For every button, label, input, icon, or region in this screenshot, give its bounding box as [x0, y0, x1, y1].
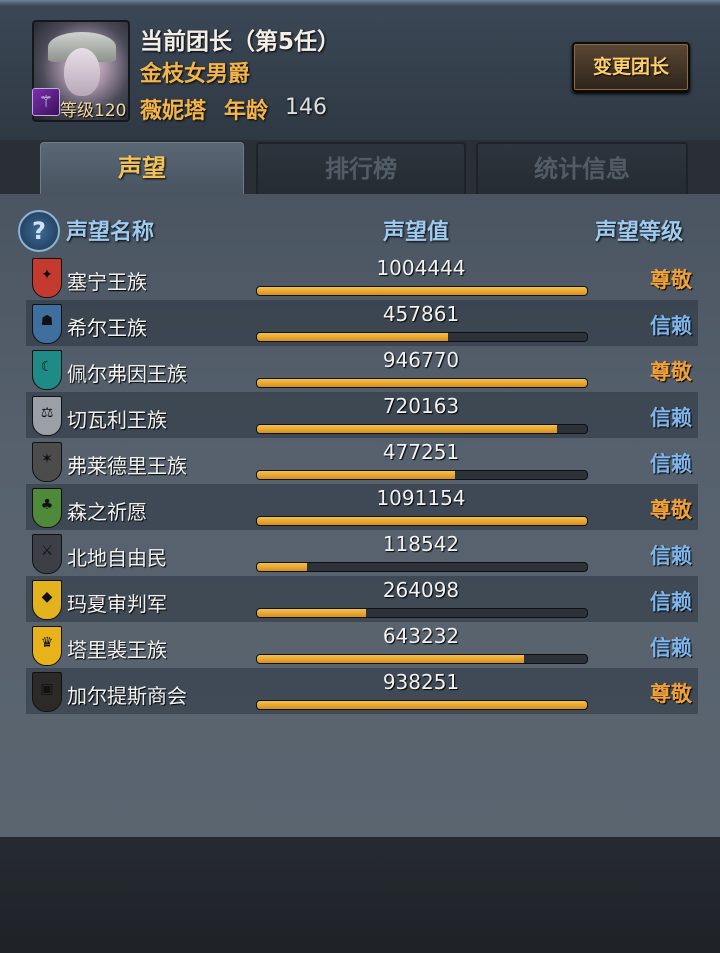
reputation-progress-fill — [257, 379, 587, 387]
faction-emblem-glyph: ♛ — [40, 635, 54, 651]
change-leader-button[interactable]: 变更团长 — [572, 42, 690, 92]
reputation-row[interactable]: ⚔ 北地自由民 118542 信赖 — [26, 530, 698, 576]
reputation-progress-bar — [256, 424, 588, 434]
faction-emblem-icon: ☾ — [32, 350, 62, 390]
reputation-progress-bar — [256, 562, 588, 572]
help-icon[interactable]: ? — [18, 210, 60, 252]
reputation-progress-fill — [257, 563, 307, 571]
faction-name: 希尔王族 — [67, 316, 147, 340]
faction-name: 森之祈愿 — [67, 500, 147, 524]
faction-emblem-icon: ⚔ — [32, 534, 62, 574]
faction-emblem-icon: ♛ — [32, 626, 62, 666]
column-header-level: 声望等级 — [595, 220, 684, 245]
faction-emblem-glyph: ⚔ — [40, 543, 54, 559]
reputation-value: 1091154 — [376, 486, 466, 510]
reputation-progress-fill — [257, 517, 587, 525]
leader-rank: 金枝女男爵 — [140, 62, 251, 87]
leader-title: 当前团长（第5任） — [140, 29, 341, 55]
faction-emblem-icon: ✦ — [32, 258, 62, 298]
reputation-level: 信赖 — [650, 544, 692, 568]
faction-emblem-glyph: ☾ — [40, 359, 54, 375]
reputation-progress-bar — [256, 332, 588, 342]
tab-statistics[interactable]: 统计信息 — [476, 142, 688, 196]
faction-name: 塔里裴王族 — [67, 638, 167, 662]
reputation-progress-bar — [256, 700, 588, 710]
reputation-level: 信赖 — [650, 590, 692, 614]
faction-emblem-glyph: ▣ — [40, 681, 54, 697]
reputation-value: 946770 — [382, 348, 460, 372]
faction-emblem-icon: ◆ — [32, 580, 62, 620]
tab-reputation[interactable]: 声望 — [40, 142, 244, 197]
faction-emblem-glyph: ✶ — [41, 451, 53, 467]
reputation-progress-fill — [257, 701, 587, 709]
faction-name: 北地自由民 — [67, 546, 167, 570]
faction-emblem-icon: ▣ — [32, 672, 62, 712]
reputation-progress-bar — [256, 608, 588, 618]
reputation-level: 尊敬 — [650, 498, 692, 522]
reputation-row[interactable]: ♣ 森之祈愿 1091154 尊敬 — [26, 484, 698, 530]
reputation-level: 尊敬 — [650, 682, 692, 706]
reputation-progress-bar — [256, 516, 588, 526]
reputation-row[interactable]: ☾ 佩尔弗因王族 946770 尊敬 — [26, 346, 698, 392]
reputation-progress-fill — [257, 287, 587, 295]
reputation-progress-fill — [257, 471, 455, 479]
faction-emblem-glyph: ◆ — [41, 589, 53, 605]
portrait-face — [64, 48, 100, 96]
reputation-level: 信赖 — [650, 314, 692, 338]
reputation-row[interactable]: ⚖ 切瓦利王族 720163 信赖 — [26, 392, 698, 438]
reputation-row[interactable]: ✦ 塞宁王族 1004444 尊敬 — [26, 254, 698, 300]
age-label: 年龄 — [224, 99, 269, 124]
reputation-row[interactable]: ♛ 塔里裴王族 643232 信赖 — [26, 622, 698, 668]
reputation-row[interactable]: ◆ 玛夏审判军 264098 信赖 — [26, 576, 698, 622]
reputation-level: 信赖 — [650, 406, 692, 430]
class-icon: ⚚ — [32, 88, 60, 116]
reputation-value: 1004444 — [376, 256, 466, 280]
reputation-level: 信赖 — [650, 636, 692, 660]
faction-emblem-icon: ⚖ — [32, 396, 62, 436]
column-header-name: 声望名称 — [66, 220, 155, 245]
reputation-row[interactable]: ☗ 希尔王族 457861 信赖 — [26, 300, 698, 346]
reputation-progress-fill — [257, 333, 449, 341]
faction-emblem-icon: ♣ — [32, 488, 62, 528]
faction-name: 塞宁王族 — [67, 270, 147, 294]
reputation-value: 643232 — [382, 624, 460, 648]
faction-name: 加尔提斯商会 — [67, 684, 187, 708]
faction-name: 佩尔弗因王族 — [67, 362, 187, 386]
reputation-value: 457861 — [382, 302, 460, 326]
reputation-level: 信赖 — [650, 452, 692, 476]
reputation-value: 264098 — [382, 578, 460, 602]
reputation-progress-fill — [257, 655, 525, 663]
reputation-value: 938251 — [382, 670, 460, 694]
leader-name: 薇妮塔 — [140, 99, 207, 124]
faction-emblem-glyph: ♣ — [40, 497, 54, 513]
reputation-row[interactable]: ▣ 加尔提斯商会 938251 尊敬 — [26, 668, 698, 714]
reputation-level: 尊敬 — [650, 268, 692, 292]
bottom-area — [0, 837, 720, 953]
reputation-row[interactable]: ✶ 弗莱德里王族 477251 信赖 — [26, 438, 698, 484]
reputation-value: 118542 — [382, 532, 460, 556]
tab-ranking[interactable]: 排行榜 — [256, 142, 466, 196]
reputation-level: 尊敬 — [650, 360, 692, 384]
reputation-progress-bar — [256, 470, 588, 480]
reputation-progress-fill — [257, 609, 366, 617]
reputation-progress-bar — [256, 654, 588, 664]
faction-name: 弗莱德里王族 — [67, 454, 187, 478]
faction-emblem-glyph: ✦ — [41, 267, 53, 283]
column-header-value: 声望值 — [383, 220, 450, 245]
leader-level: 等级120 — [60, 101, 127, 121]
reputation-value: 477251 — [382, 440, 460, 464]
reputation-progress-bar — [256, 286, 588, 296]
age-value: 146 — [285, 95, 327, 120]
faction-emblem-icon: ✶ — [32, 442, 62, 482]
reputation-value: 720163 — [382, 394, 460, 418]
faction-name: 切瓦利王族 — [67, 408, 167, 432]
faction-emblem-glyph: ☗ — [40, 313, 54, 329]
faction-emblem-glyph: ⚖ — [40, 405, 54, 421]
faction-name: 玛夏审判军 — [67, 592, 167, 616]
faction-emblem-icon: ☗ — [32, 304, 62, 344]
reputation-progress-fill — [257, 425, 558, 433]
reputation-progress-bar — [256, 378, 588, 388]
